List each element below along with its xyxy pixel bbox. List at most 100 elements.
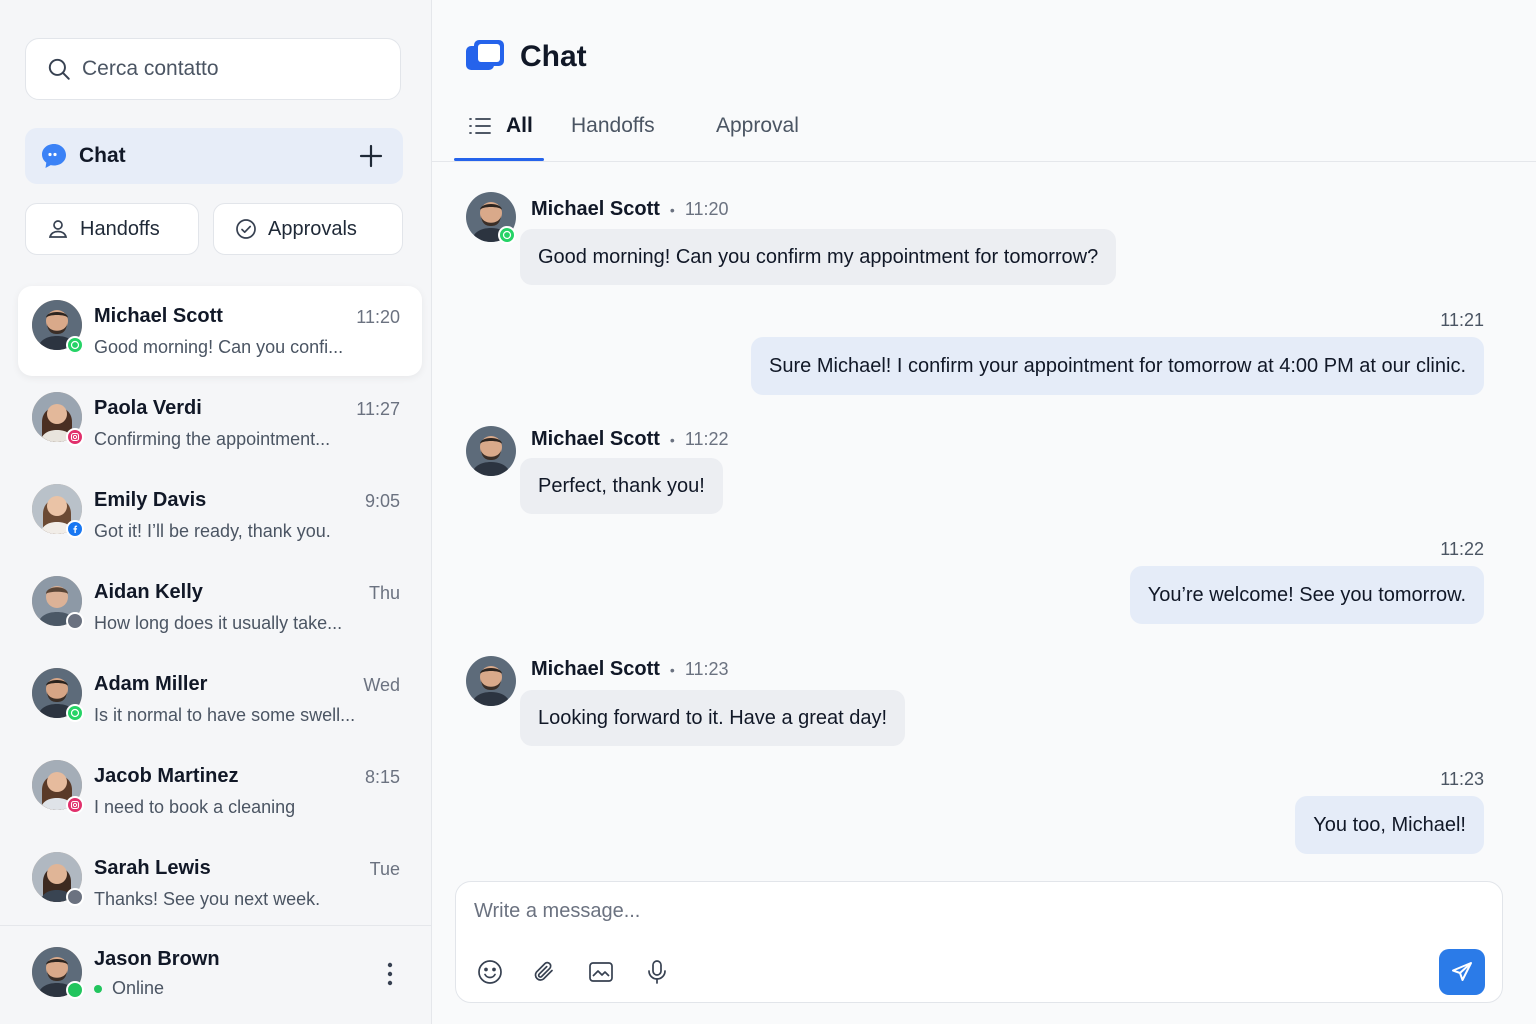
contact-item[interactable]: Aidan Kelly Thu How long does it usually… [18, 562, 422, 654]
contact-preview: Thanks! See you next week. [94, 889, 321, 909]
paperclip-icon[interactable] [531, 958, 559, 986]
sidebar: Chat Handoffs Approvals Michael Scott 11… [0, 0, 432, 1024]
message-time: 11:21 [1440, 310, 1484, 330]
current-user-name: Jason Brown [94, 948, 220, 970]
offline-status-icon [66, 612, 84, 630]
chat-nav-label: Chat [79, 144, 126, 167]
tab-approval[interactable]: Approval [716, 114, 799, 138]
contact-time: Wed [363, 675, 400, 695]
contact-preview: I need to book a cleaning [94, 797, 296, 817]
online-status-icon [66, 981, 84, 999]
whatsapp-icon [66, 704, 84, 722]
outgoing-message: You’re welcome! See you tomorrow. [1129, 566, 1484, 624]
contact-name: Adam Miller [94, 673, 208, 695]
current-user-status: Online [94, 978, 164, 999]
microphone-icon[interactable] [643, 958, 671, 986]
send-button[interactable] [1439, 949, 1485, 995]
message-input[interactable] [474, 900, 1374, 923]
sender-name: Michael Scott [531, 428, 660, 450]
contact-time: 11:27 [356, 399, 400, 419]
contact-time: 11:20 [356, 307, 400, 327]
handoffs-filter-button[interactable]: Handoffs [25, 203, 199, 255]
contact-item[interactable]: Adam Miller Wed Is it normal to have som… [18, 654, 422, 746]
message-header: Michael Scott • 11:22 [531, 428, 729, 451]
outgoing-message: You too, Michael! [1295, 796, 1484, 854]
list-icon [469, 118, 491, 134]
chat-panel: Chat All Handoffs Approval Michael Scott… [432, 0, 1536, 1024]
chat-nav-button[interactable]: Chat [25, 128, 403, 184]
sender-name: Michael Scott [531, 658, 660, 680]
page-header: Chat [466, 40, 587, 74]
message-time: 11:22 [1440, 539, 1484, 559]
contact-name: Aidan Kelly [94, 581, 203, 603]
search-box[interactable] [25, 38, 401, 100]
incoming-message: Looking forward to it. Have a great day! [520, 690, 906, 746]
approvals-filter-label: Approvals [268, 217, 357, 240]
contact-name: Paola Verdi [94, 397, 202, 419]
contact-time: 9:05 [364, 491, 400, 511]
contact-item[interactable]: Emily Davis 9:05 Got it! I’ll be ready, … [18, 470, 422, 562]
separator-dot: • [669, 201, 675, 218]
page-title: Chat [520, 40, 587, 73]
emoji-icon[interactable] [476, 958, 504, 986]
instagram-icon [66, 428, 84, 446]
chat-window-icon [466, 40, 504, 70]
contact-preview: Got it! I’ll be ready, thank you. [94, 521, 331, 541]
tab-all-label: All [506, 114, 533, 137]
contact-item[interactable]: Jacob Martinez 8:15 I need to book a cle… [18, 746, 422, 838]
contact-preview: Is it normal to have some swell... [94, 705, 356, 725]
contact-name: Jacob Martinez [94, 765, 239, 787]
handoffs-filter-label: Handoffs [80, 217, 160, 240]
send-icon [1452, 962, 1472, 981]
search-input[interactable] [82, 57, 372, 81]
contact-item[interactable]: Paola Verdi 11:27 Confirming the appoint… [18, 378, 422, 470]
incoming-message: Good morning! Can you confirm my appoint… [520, 229, 1117, 285]
contact-name: Michael Scott [94, 305, 223, 327]
separator-dot: • [669, 661, 675, 678]
chat-bubble-icon [42, 144, 66, 168]
offline-status-icon [66, 888, 84, 906]
message-time: 11:23 [1440, 769, 1484, 789]
separator-dot: • [669, 431, 675, 448]
instagram-icon [66, 796, 84, 814]
status-label: Online [112, 978, 165, 998]
avatar [466, 656, 516, 706]
tab-bar: All Handoffs Approval [432, 100, 1536, 162]
whatsapp-icon [66, 336, 84, 354]
message-time: 11:22 [684, 429, 729, 449]
whatsapp-icon [498, 226, 516, 244]
contact-name: Sarah Lewis [94, 857, 211, 879]
sender-name: Michael Scott [531, 198, 660, 220]
incoming-message: Perfect, thank you! [520, 458, 723, 514]
facebook-icon [66, 520, 84, 538]
check-circle-icon [236, 219, 256, 239]
plus-icon[interactable] [357, 142, 385, 170]
contact-list: Michael Scott 11:20 Good morning! Can yo… [0, 286, 432, 930]
message-time: 11:23 [684, 659, 729, 679]
contact-preview: Confirming the appointment... [94, 429, 331, 449]
message-composer [455, 881, 1503, 1003]
outgoing-message: Sure Michael! I confirm your appointment… [751, 337, 1484, 395]
message-header: Michael Scott • 11:20 [531, 198, 729, 221]
contact-item[interactable]: Sarah Lewis Tue Thanks! See you next wee… [18, 838, 422, 930]
tab-handoffs[interactable]: Handoffs [571, 114, 655, 138]
tab-all[interactable]: All [468, 114, 533, 138]
kebab-icon[interactable] [378, 960, 402, 988]
search-icon [48, 58, 70, 80]
avatar [466, 426, 516, 476]
contact-name: Emily Davis [94, 489, 207, 511]
current-user-bar: Jason Brown Online [0, 925, 431, 1024]
contact-time: Thu [368, 583, 400, 603]
contact-preview: Good morning! Can you confi... [94, 337, 344, 357]
message-header: Michael Scott • 11:23 [531, 658, 729, 681]
contact-time: 8:15 [364, 767, 400, 787]
contact-time: Tue [369, 859, 400, 879]
contact-preview: How long does it usually take... [94, 613, 343, 633]
contact-item[interactable]: Michael Scott 11:20 Good morning! Can yo… [18, 286, 422, 376]
online-dot [94, 984, 102, 993]
image-icon[interactable] [587, 958, 615, 986]
user-icon [48, 220, 68, 238]
message-time: 11:20 [684, 199, 729, 219]
active-tab-indicator [454, 158, 544, 161]
approvals-filter-button[interactable]: Approvals [213, 203, 403, 255]
